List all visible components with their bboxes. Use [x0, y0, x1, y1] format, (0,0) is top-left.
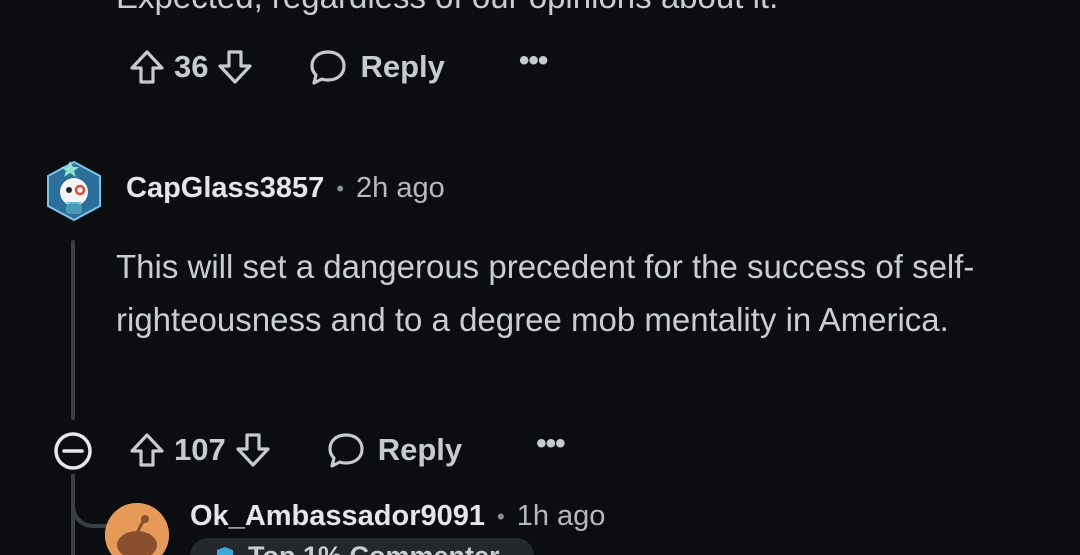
- upvote-count: 36: [174, 49, 209, 84]
- reply-bubble-icon: [310, 50, 347, 85]
- downvote-icon[interactable]: [214, 46, 256, 88]
- reply-header: Ok_Ambassador9091 • 1h ago: [190, 500, 605, 533]
- flair-label: Top 1% Commenter: [248, 541, 500, 555]
- separator-dot: •: [336, 175, 345, 201]
- timestamp: 1h ago: [516, 500, 606, 532]
- upvote-icon[interactable]: [126, 46, 168, 88]
- reply-button[interactable]: Reply: [326, 430, 462, 470]
- upvote-count: 107: [174, 432, 226, 467]
- more-options-button[interactable]: •••: [536, 429, 565, 459]
- username[interactable]: Ok_Ambassador9091: [190, 500, 485, 533]
- comment-thread: Expected, regardless of our opinions abo…: [0, 0, 1080, 555]
- username[interactable]: CapGlass3857: [126, 172, 324, 205]
- user-avatar[interactable]: [44, 158, 104, 224]
- downvote-icon[interactable]: [232, 429, 274, 471]
- previous-comment-actions: 36 Reply •••: [126, 42, 548, 92]
- collapse-icon[interactable]: [52, 430, 94, 472]
- reply-bubble-icon: [328, 433, 364, 468]
- separator-dot: •: [497, 503, 505, 529]
- reply-avatar[interactable]: [105, 503, 169, 555]
- more-options-button[interactable]: •••: [519, 46, 548, 76]
- previous-comment-text: Expected, regardless of our opinions abo…: [116, 0, 778, 16]
- reply-label: Reply: [360, 49, 445, 84]
- thread-line[interactable]: [71, 240, 75, 420]
- upvote-icon[interactable]: [126, 429, 168, 471]
- shield-icon: [217, 547, 233, 555]
- comment-header: CapGlass3857 • 2h ago: [126, 172, 445, 205]
- comment-actions: 107 Reply •••: [126, 425, 566, 475]
- comment-body: This will set a dangerous precedent for …: [116, 248, 975, 338]
- reply-button[interactable]: Reply: [308, 47, 445, 87]
- user-flair-badge[interactable]: Top 1% Commenter: [190, 538, 534, 555]
- reply-label: Reply: [377, 432, 463, 467]
- timestamp: 2h ago: [356, 172, 445, 204]
